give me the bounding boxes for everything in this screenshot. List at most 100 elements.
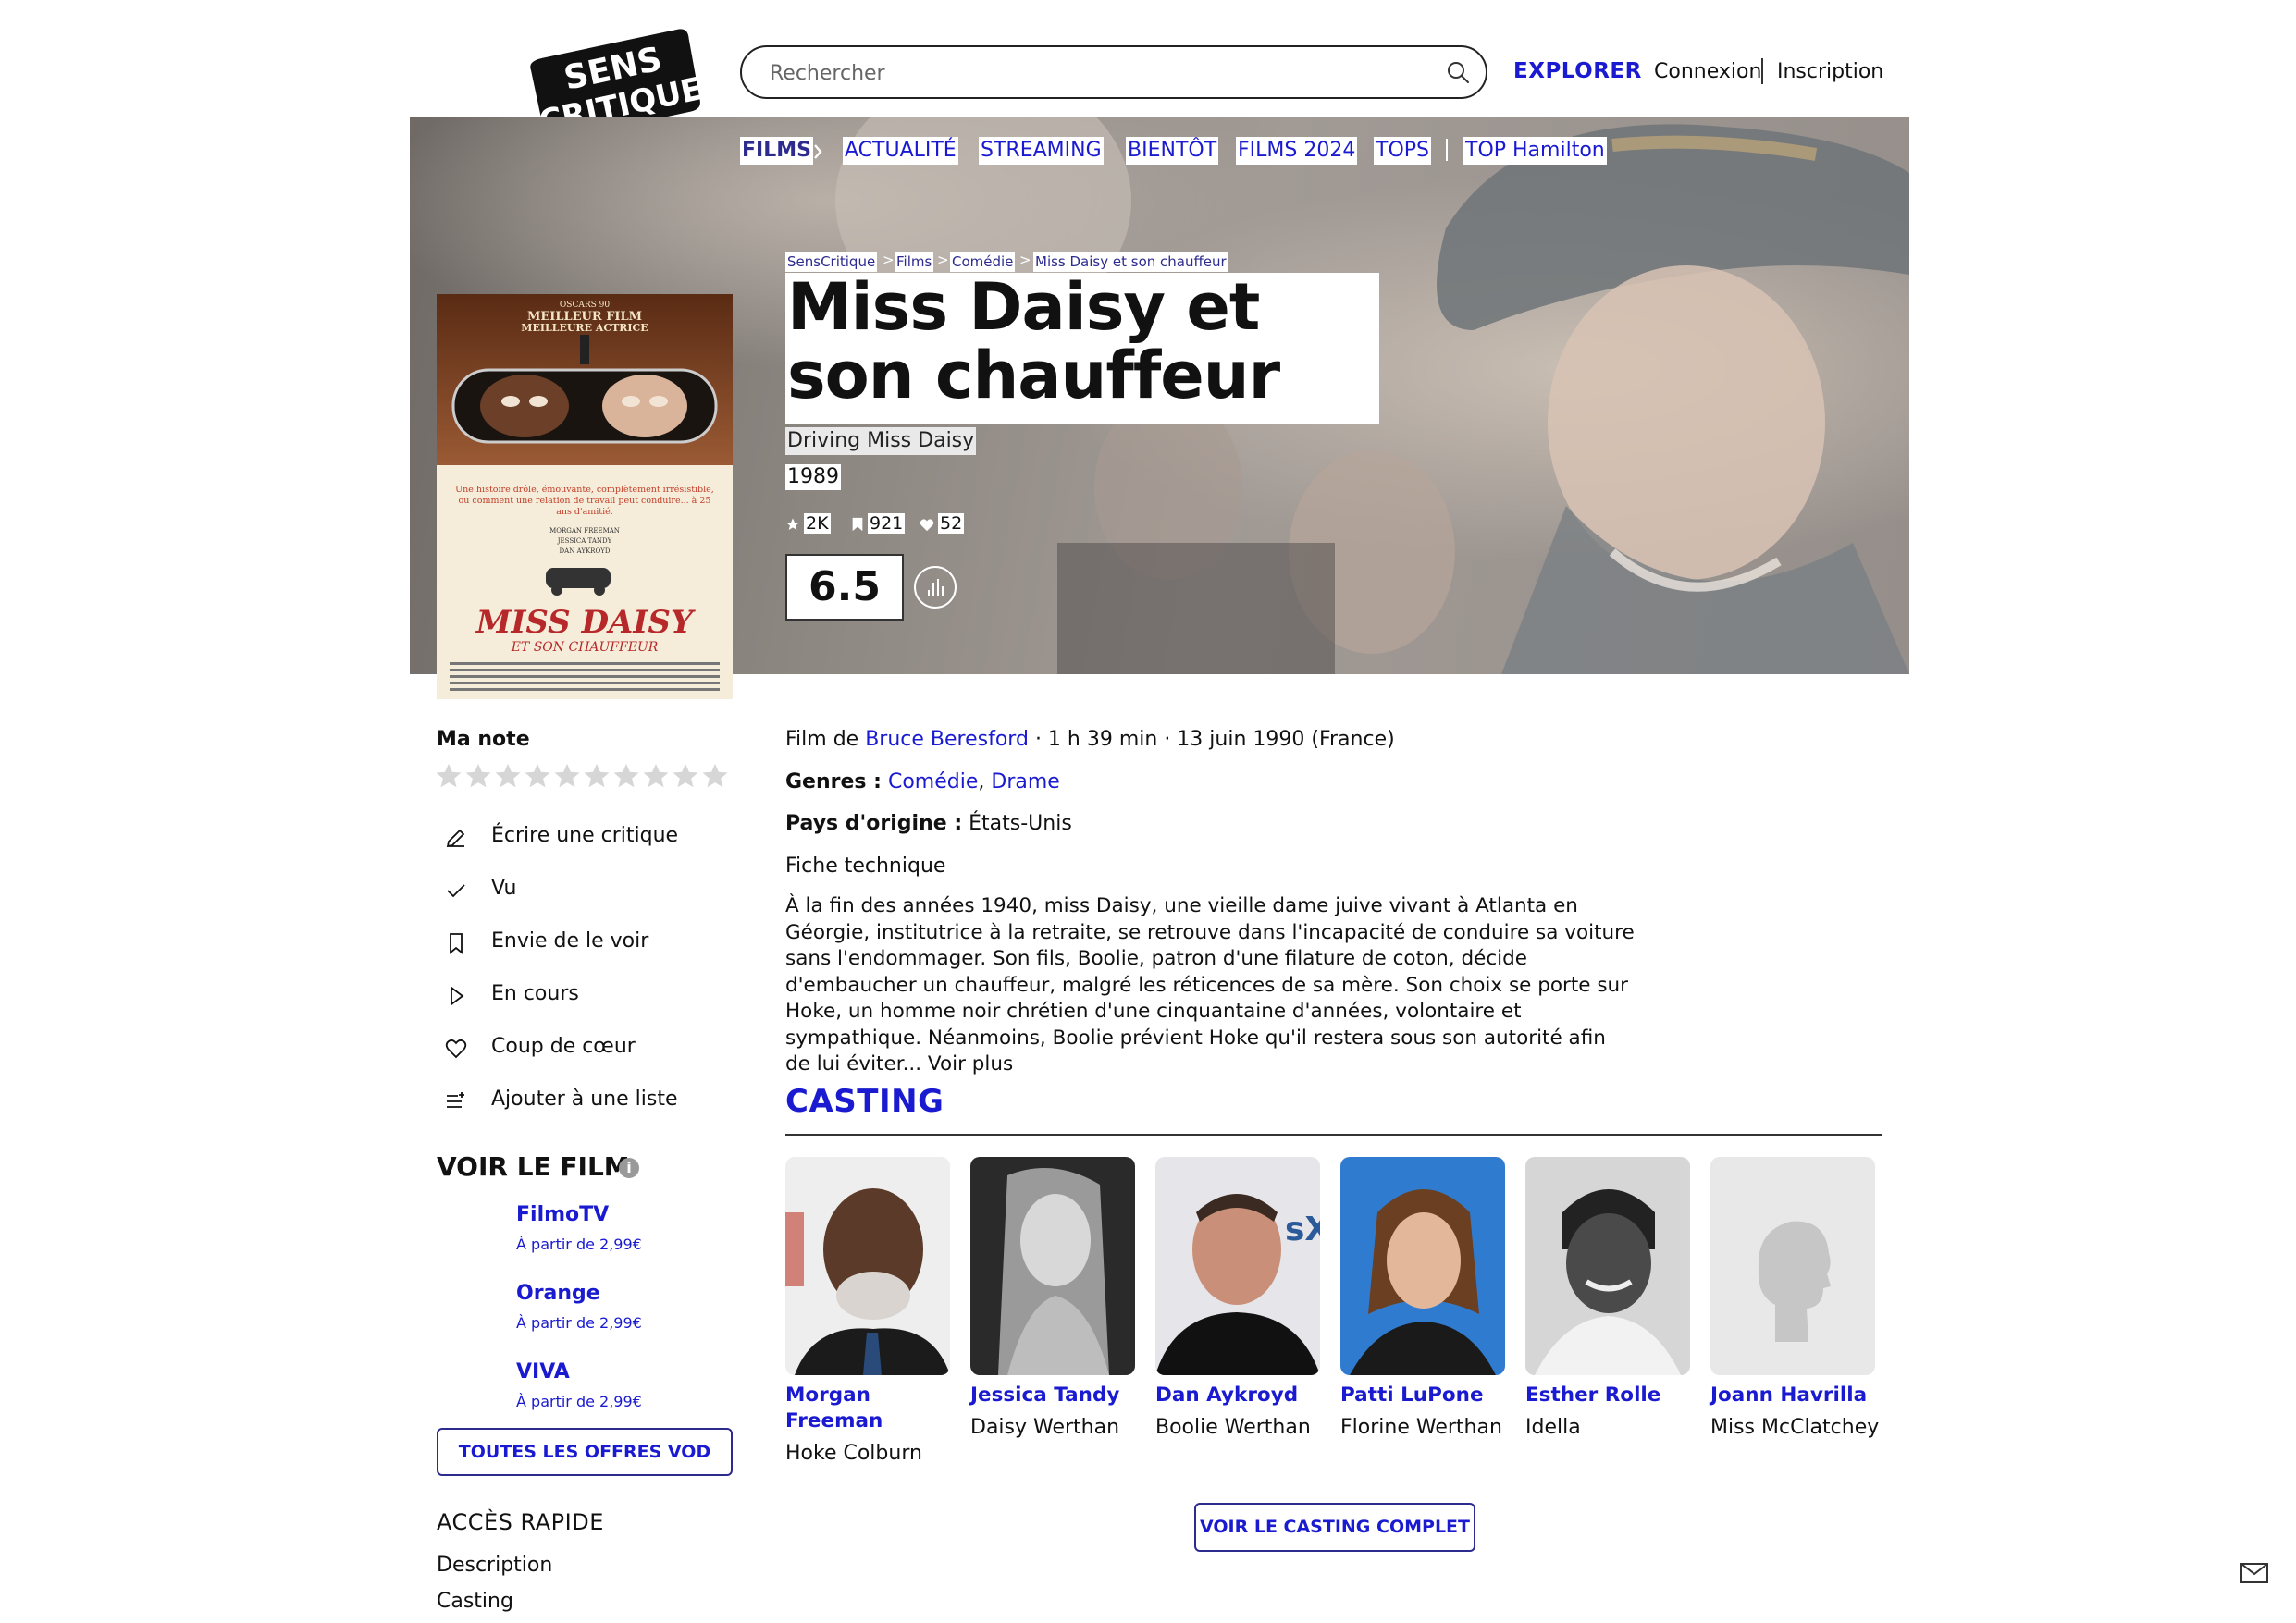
rating-star-icon[interactable] — [464, 762, 492, 790]
casting-heading: CASTING — [785, 1083, 944, 1120]
auth-separator — [1761, 58, 1763, 84]
cast-card[interactable]: Patti LuPone Florine Werthan — [1340, 1157, 1505, 1439]
actor-name[interactable]: Esther Rolle — [1525, 1383, 1690, 1408]
genre-link[interactable]: Drame — [991, 770, 1059, 793]
title-box: Miss Daisy et son chauffeur — [785, 273, 1379, 424]
actor-role: Hoke Colburn — [785, 1442, 922, 1465]
actor-photo[interactable] — [1525, 1157, 1690, 1375]
genre-link[interactable]: Comédie — [888, 770, 978, 793]
explorer-link[interactable]: EXPLORER — [1513, 59, 1642, 83]
actor-photo[interactable] — [785, 1157, 950, 1375]
all-vod-offers-button[interactable]: TOUTES LES OFFRES VOD — [437, 1428, 733, 1476]
favorites-count: 52 — [920, 513, 965, 535]
actor-photo[interactable]: sX — [1155, 1157, 1320, 1375]
svg-text:MISS DAISY: MISS DAISY — [475, 604, 696, 641]
cast-card[interactable]: Joann Havrilla Miss McClatchey — [1710, 1157, 1880, 1439]
info-icon[interactable]: i — [619, 1158, 639, 1178]
film-director-line: Film de Bruce Beresford · 1 h 39 min · 1… — [785, 728, 1395, 751]
average-rating: 6.5 — [785, 554, 904, 621]
nav-item-bientot[interactable]: BIENTÔT — [1126, 137, 1219, 165]
search-bar[interactable] — [740, 45, 1487, 99]
quick-link-description[interactable]: Description — [437, 1554, 552, 1577]
quick-access-heading: ACCÈS RAPIDE — [437, 1509, 604, 1535]
chevron-right-icon — [814, 144, 822, 159]
svg-text:ET SON CHAUFFEUR: ET SON CHAUFFEUR — [511, 640, 659, 655]
nav-separator — [1446, 139, 1448, 161]
vod-provider-name[interactable]: Orange — [516, 1282, 600, 1305]
actor-role: Idella — [1525, 1416, 1581, 1439]
actor-role: Boolie Werthan — [1155, 1416, 1311, 1439]
actor-name[interactable]: Morgan Freeman — [785, 1383, 950, 1434]
search-icon[interactable] — [1445, 59, 1471, 85]
rating-star-icon[interactable] — [435, 762, 463, 790]
actor-name[interactable]: Patti LuPone — [1340, 1383, 1505, 1408]
actor-name[interactable]: Dan Aykroyd — [1155, 1383, 1320, 1408]
actor-name[interactable]: Jessica Tandy — [970, 1383, 1135, 1408]
release-year: 1989 — [785, 464, 841, 490]
quick-link-casting[interactable]: Casting — [437, 1590, 513, 1613]
nav-item-tops[interactable]: TOPS — [1374, 137, 1431, 165]
cast-card[interactable]: sX Dan Aykroyd Boolie Werthan — [1155, 1157, 1320, 1439]
vod-provider-price: À partir de 2,99€ — [516, 1393, 642, 1410]
rating-star-icon[interactable] — [494, 762, 522, 790]
rating-star-icon[interactable] — [672, 762, 699, 790]
nav-item-top-hamilton[interactable]: TOP Hamilton — [1463, 137, 1607, 165]
tech-sheet-link[interactable]: Fiche technique — [785, 855, 945, 878]
bookmark-icon — [852, 517, 863, 532]
read-more-link[interactable]: Voir plus — [928, 1052, 1013, 1076]
cast-card[interactable]: Esther Rolle Idella — [1525, 1157, 1690, 1439]
rating-star-icon[interactable] — [701, 762, 729, 790]
svg-text:MEILLEURE ACTRICE: MEILLEURE ACTRICE — [521, 322, 648, 334]
star-icon — [786, 518, 799, 530]
rating-distribution-button[interactable] — [914, 566, 957, 609]
genres-line: Genres : Comédie, Drame — [785, 770, 1060, 793]
actor-name[interactable]: Joann Havrilla — [1710, 1383, 1875, 1408]
play-icon — [451, 986, 464, 1006]
bookmark-icon — [450, 933, 463, 954]
pencil-icon — [446, 829, 465, 848]
check-icon — [447, 884, 465, 898]
country-line: Pays d'origine : États-Unis — [785, 812, 1072, 835]
svg-text:JESSICA TANDY: JESSICA TANDY — [557, 537, 612, 545]
vod-provider-price: À partir de 2,99€ — [516, 1314, 642, 1332]
my-rating-label: Ma note — [437, 728, 530, 751]
actor-role: Florine Werthan — [1340, 1416, 1502, 1439]
actor-photo-placeholder[interactable] — [1710, 1157, 1875, 1375]
film-poster[interactable]: OSCARS 90 MEILLEUR FILM MEILLEURE ACTRIC… — [437, 294, 733, 699]
actor-photo[interactable] — [970, 1157, 1135, 1375]
actor-role: Miss McClatchey — [1710, 1416, 1880, 1439]
rating-star-icon[interactable] — [524, 762, 551, 790]
heart-icon — [445, 1039, 467, 1059]
breadcrumb-separator: > — [937, 252, 949, 268]
breadcrumb-separator: > — [1019, 252, 1031, 268]
rating-star-icon[interactable] — [583, 762, 611, 790]
nav-item-actualite[interactable]: ACTUALITÉ — [843, 137, 958, 165]
rating-star-icon[interactable] — [553, 762, 581, 790]
login-link[interactable]: Connexion — [1654, 60, 1761, 83]
svg-text:DAN AYKROYD: DAN AYKROYD — [560, 547, 611, 555]
vod-provider-name[interactable]: FilmoTV — [516, 1203, 609, 1226]
original-title: Driving Miss Daisy — [785, 427, 977, 455]
cast-card[interactable]: Morgan Freeman Hoke Colburn — [785, 1157, 950, 1465]
mail-icon[interactable] — [2240, 1563, 2268, 1583]
vod-provider-name[interactable]: VIVA — [516, 1360, 570, 1383]
cast-card[interactable]: Jessica Tandy Daisy Werthan — [970, 1157, 1135, 1439]
rating-star-icon[interactable] — [612, 762, 640, 790]
svg-text:OSCARS 90: OSCARS 90 — [560, 301, 610, 310]
ratings-count: 2K — [785, 513, 831, 535]
watch-film-heading: VOIR LE FILM — [437, 1151, 630, 1182]
list-add-icon — [447, 1092, 464, 1108]
director-link[interactable]: Bruce Beresford — [865, 728, 1029, 751]
nav-item-films-2024[interactable]: FILMS 2024 — [1236, 137, 1358, 165]
vod-provider-price: À partir de 2,99€ — [516, 1236, 642, 1253]
full-casting-button[interactable]: VOIR LE CASTING COMPLET — [1194, 1503, 1475, 1552]
search-input[interactable] — [768, 47, 1419, 99]
breadcrumb-separator: > — [883, 252, 895, 268]
rating-star-icon[interactable] — [642, 762, 670, 790]
signup-link[interactable]: Inscription — [1777, 60, 1883, 83]
nav-item-films[interactable]: FILMS — [740, 137, 813, 165]
nav-item-streaming[interactable]: STREAMING — [979, 137, 1104, 165]
svg-text:sX: sX — [1285, 1211, 1320, 1248]
actor-photo[interactable] — [1340, 1157, 1505, 1375]
synopsis: À la fin des années 1940, miss Daisy, un… — [785, 894, 1635, 1076]
